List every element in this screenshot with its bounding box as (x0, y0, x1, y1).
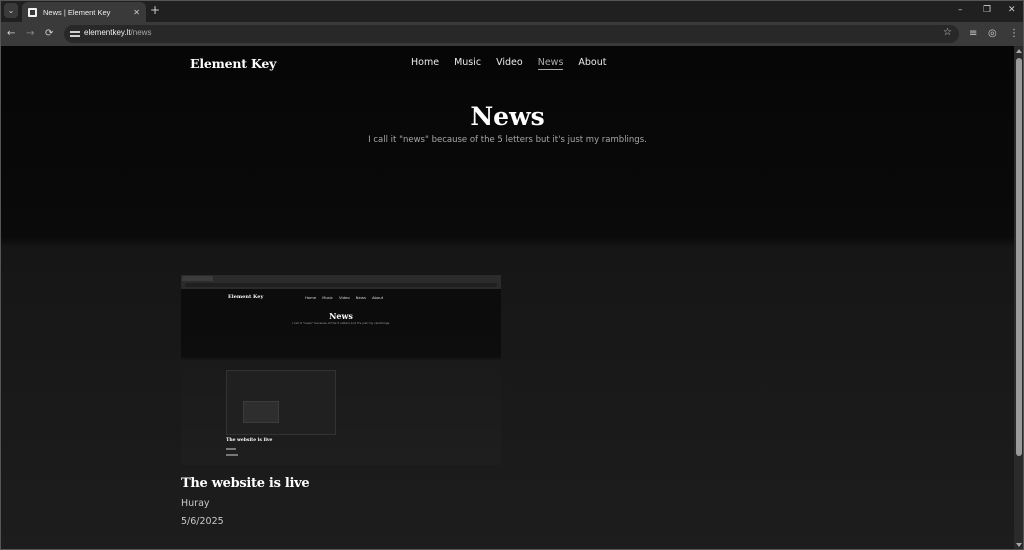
tab-search-button[interactable]: ⌄ (4, 3, 18, 18)
close-window-button[interactable]: ✕ (1008, 4, 1016, 16)
thumbnail-text-line (226, 454, 238, 456)
thumbnail-post-title: The website is live (226, 438, 273, 443)
browser-tab[interactable]: News | Element Key ✕ (22, 2, 146, 22)
reload-button[interactable]: ⟳ (45, 27, 53, 41)
toolbar: ← → ⟳ elementkey.lt/news ☆ ≡ ◎ ⋮ (0, 22, 1024, 46)
thumbnail-nav-item: About (371, 295, 384, 300)
page-subtitle: I call it "news" because of the 5 letter… (368, 135, 647, 145)
url-host: elementkey.lt (84, 28, 131, 37)
bookmark-star-icon[interactable]: ☆ (943, 27, 952, 38)
thumbnail-text-line (226, 448, 236, 450)
scroll-up-arrow-icon[interactable] (1016, 49, 1022, 53)
post-thumbnail[interactable]: Element Key Home Music Video News About … (181, 275, 501, 465)
new-tab-button[interactable]: + (150, 4, 160, 16)
page-title: News (470, 102, 545, 131)
thumbnail-address-bar (185, 283, 497, 287)
page-viewport: Element Key Home Music Video News About … (1, 46, 1014, 549)
site-info-icon[interactable] (70, 29, 80, 39)
thumbnail-title: News (329, 311, 353, 321)
nav-link-home[interactable]: Home (411, 57, 439, 70)
forward-button[interactable]: → (26, 27, 34, 41)
nav-link-music[interactable]: Music (454, 57, 481, 70)
thumbnail-subtitle: I call it "news" because of the 5 letter… (291, 321, 391, 325)
nav-link-about[interactable]: About (578, 57, 606, 70)
nav-link-news[interactable]: News (537, 57, 564, 70)
minimize-button[interactable]: – (958, 4, 963, 16)
scrollbar[interactable] (1014, 46, 1024, 550)
thumbnail-nested-screenshot (226, 370, 336, 435)
post-excerpt: Huray (181, 498, 210, 509)
thumbnail-nav-item: Music (322, 295, 334, 300)
thumbnail-nav-item: Video (339, 295, 350, 300)
thumbnail-browser-chrome (181, 275, 501, 289)
thumbnail-tab (182, 276, 213, 281)
thumbnail-nav: Home Music Video News About (305, 295, 383, 300)
back-button[interactable]: ← (7, 27, 15, 41)
post-date: 5/6/2025 (181, 516, 224, 527)
nav-link-video[interactable]: Video (496, 57, 523, 70)
thumbnail-nested-image (243, 401, 279, 423)
media-controls-icon[interactable]: ≡ (969, 27, 977, 41)
chevron-down-icon: ⌄ (7, 6, 15, 15)
tab-bar: ⌄ News | Element Key ✕ + – ❐ ✕ (0, 0, 1024, 22)
thumbnail-logo: Element Key (228, 294, 264, 300)
thumbnail-nav-item: News (355, 295, 366, 300)
restore-button[interactable]: ❐ (983, 4, 991, 16)
scroll-down-arrow-icon[interactable] (1016, 543, 1022, 547)
url-path: /news (130, 28, 152, 37)
menu-icon[interactable]: ⋮ (1009, 27, 1019, 41)
site-logo[interactable]: Element Key (190, 56, 276, 71)
url-text[interactable]: elementkey.lt/news (84, 28, 151, 37)
tab-title: News | Element Key (43, 7, 111, 17)
favicon-icon (28, 7, 37, 17)
profile-icon[interactable]: ◎ (988, 27, 997, 41)
scroll-thumb[interactable] (1016, 58, 1022, 456)
address-bar[interactable]: elementkey.lt/news ☆ (64, 25, 959, 43)
site-nav: Home Music Video News About (411, 57, 606, 70)
thumbnail-nav-item: Home (305, 295, 317, 300)
post-title[interactable]: The website is live (181, 476, 310, 491)
tab-close-icon[interactable]: ✕ (133, 8, 140, 17)
